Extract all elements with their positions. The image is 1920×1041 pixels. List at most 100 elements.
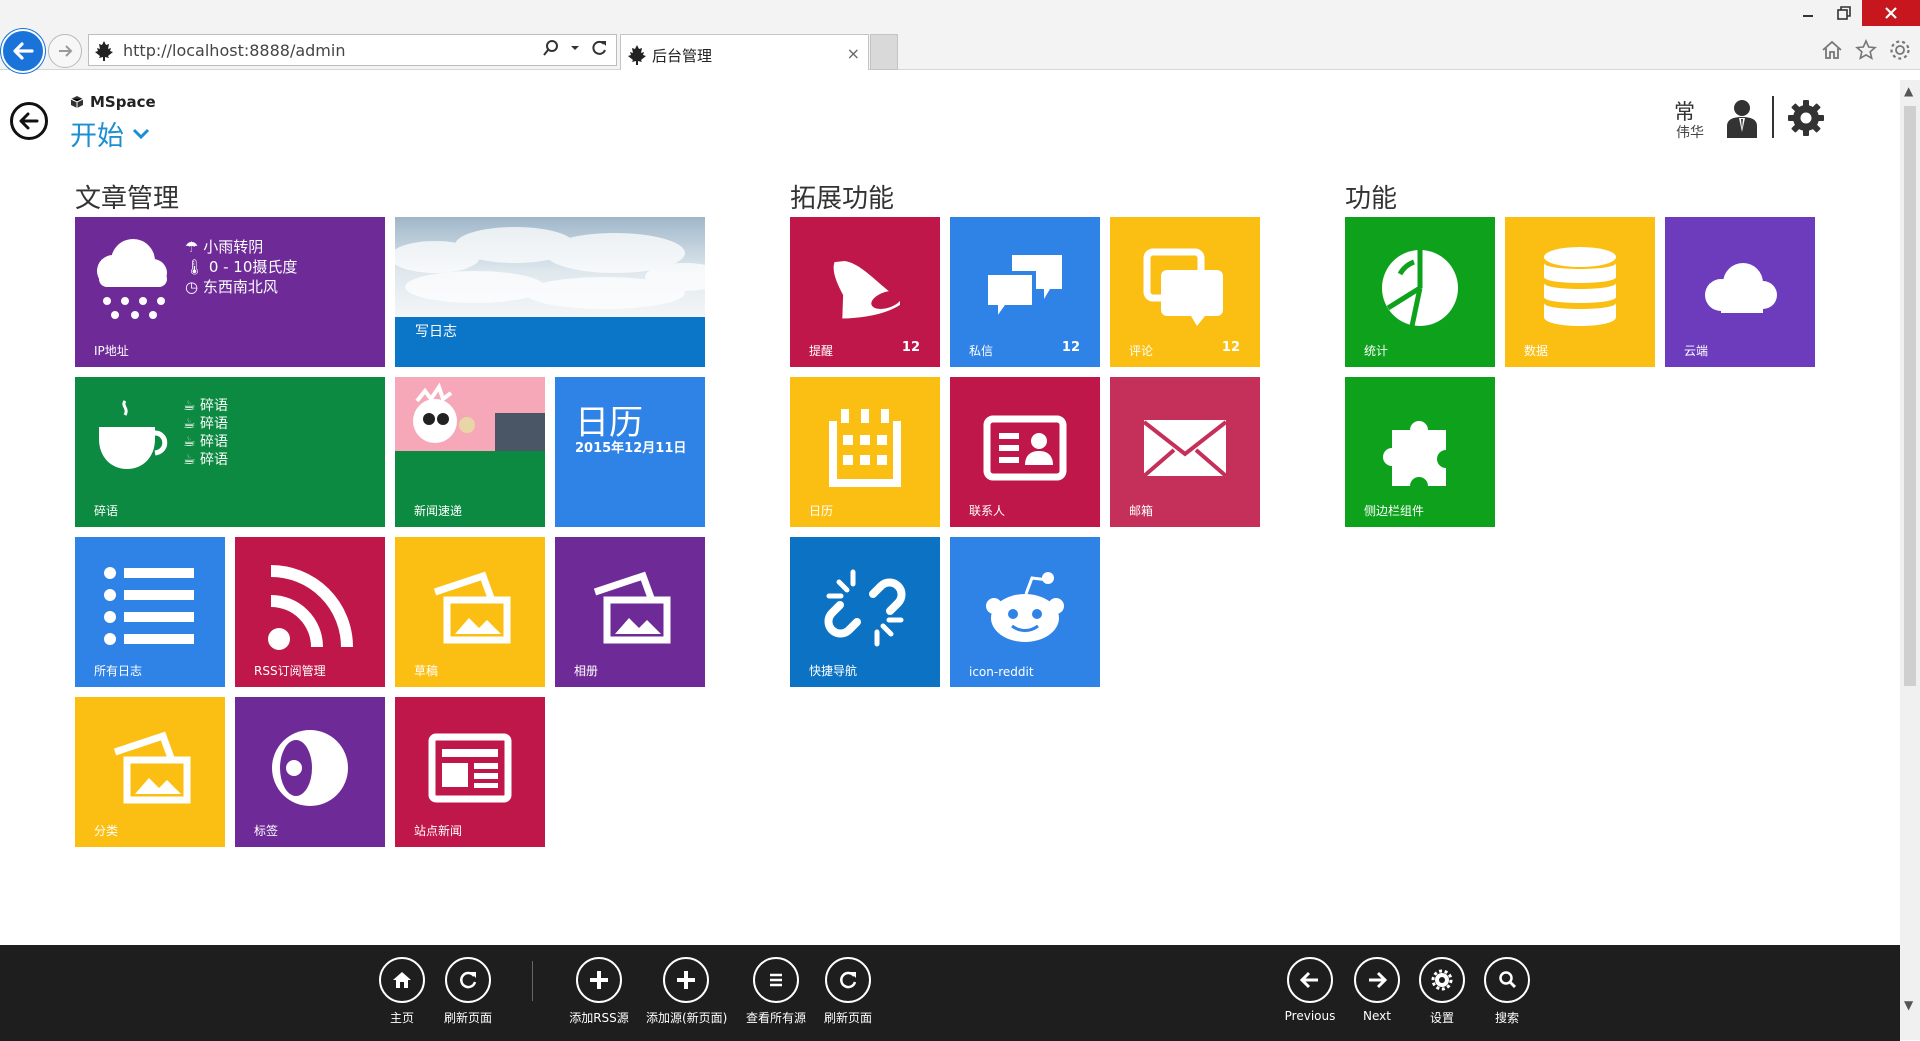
newspaper-icon <box>428 733 512 802</box>
refresh-icon[interactable] <box>590 39 608 57</box>
scrollbar-thumb[interactable] <box>1904 106 1916 686</box>
plus-icon <box>590 971 608 989</box>
tile-gossip[interactable]: ☕ 碎语 ☕ 碎语 ☕ 碎语 ☕ 碎语 碎语 <box>75 377 385 527</box>
tile-comment[interactable]: 评论 12 <box>1110 217 1260 367</box>
page-back-button[interactable] <box>10 102 48 140</box>
gossip-line: ☕ 碎语 <box>183 398 229 414</box>
appbar-add-rss-new-page-button[interactable]: 添加源(新页面) <box>646 957 727 1026</box>
search-icon <box>1499 971 1517 989</box>
tile-reddit[interactable]: icon-reddit <box>950 537 1100 687</box>
favorites-star-icon[interactable] <box>1852 36 1880 64</box>
browser-tab[interactable]: 后台管理 × <box>620 34 869 70</box>
maple-leaf-icon <box>95 41 113 61</box>
tile-stats[interactable]: 统计 <box>1345 217 1495 367</box>
tile-label: 联系人 <box>969 504 1006 518</box>
tile-data[interactable]: 数据 <box>1505 217 1655 367</box>
appbar-add-rss-button[interactable]: 添加RSS源 <box>559 957 639 1026</box>
tile-remind[interactable]: 提醒 12 <box>790 217 940 367</box>
tile-calendar-date[interactable]: 日历 2015年12月11日 <box>555 377 705 527</box>
tab-close-button[interactable]: × <box>847 44 860 63</box>
broken-link-icon <box>824 569 906 646</box>
scroll-down-icon[interactable]: ▼ <box>1904 998 1913 1012</box>
minimize-icon <box>1803 15 1813 17</box>
tile-tags[interactable]: 标签 <box>235 697 385 847</box>
page-title: 开始 <box>70 121 124 152</box>
rain-cloud-icon <box>97 239 167 319</box>
user-first-name: 伟华 <box>1676 125 1704 141</box>
tab-title: 后台管理 <box>652 47 713 65</box>
appbar-search-button[interactable]: 搜索 <box>1467 957 1547 1026</box>
tile-label: 快捷导航 <box>809 664 858 678</box>
tile-quick-nav[interactable]: 快捷导航 <box>790 537 940 687</box>
window-minimize-button[interactable] <box>1790 0 1826 26</box>
app-logo: MSpace <box>70 93 156 111</box>
tile-label: 私信 <box>969 344 994 358</box>
tile-album[interactable]: 相册 <box>555 537 705 687</box>
pictures-icon <box>433 571 511 643</box>
weather-condition: ☂ 小雨转阴 <box>185 238 264 256</box>
tile-all-logs[interactable]: 所有日志 <box>75 537 225 687</box>
tile-category[interactable]: 分类 <box>75 697 225 847</box>
arrow-right-icon <box>59 45 73 57</box>
tile-label: RSS订阅管理 <box>254 664 326 678</box>
tile-sidebar-widgets[interactable]: 侧边栏组件 <box>1345 377 1495 527</box>
tile-label: 数据 <box>1524 344 1549 358</box>
url-text: http://localhost:8888/admin <box>123 41 346 60</box>
tile-count: 12 <box>1221 340 1240 355</box>
browser-forward-button[interactable] <box>48 34 82 68</box>
scroll-up-icon[interactable]: ▲ <box>1904 84 1913 98</box>
restore-icon <box>1837 6 1851 20</box>
tile-label: 日历 <box>809 504 834 518</box>
arrow-right-icon <box>1369 971 1388 989</box>
tile-news-fast[interactable]: 新闻速递 <box>395 377 545 527</box>
tile-label: 分类 <box>94 824 119 838</box>
window-maximize-button[interactable] <box>1826 0 1862 26</box>
tile-label: IP地址 <box>94 344 129 358</box>
tile-ext-calendar[interactable]: 日历 <box>790 377 940 527</box>
tile-contacts[interactable]: 联系人 <box>950 377 1100 527</box>
tile-write-blog[interactable]: 写日志 <box>395 217 705 367</box>
tile-ip-weather[interactable]: ☂ 小雨转阴 🌡 0 - 10摄氏度 ◷ 东西南北风 IP地址 <box>75 217 385 367</box>
home-icon[interactable] <box>1818 36 1846 64</box>
tile-label: 写日志 <box>415 324 457 340</box>
tile-label: 统计 <box>1364 344 1389 358</box>
tile-site-news[interactable]: 站点新闻 <box>395 697 545 847</box>
gossip-line: ☕ 碎语 <box>183 452 229 468</box>
tile-label: 标签 <box>254 824 279 838</box>
browser-back-button[interactable] <box>1 29 45 73</box>
tile-label: 所有日志 <box>94 664 143 678</box>
appbar-view-all-button[interactable]: 查看所有源 <box>736 957 816 1026</box>
tile-private-message[interactable]: 私信 12 <box>950 217 1100 367</box>
appbar-refresh-button[interactable]: 刷新页面 <box>428 957 508 1026</box>
address-bar[interactable]: http://localhost:8888/admin <box>88 34 617 66</box>
tile-mail[interactable]: 邮箱 <box>1110 377 1260 527</box>
vertical-scrollbar[interactable]: ▲ ▼ <box>1900 80 1920 1040</box>
pie-chart-icon <box>1382 249 1458 327</box>
gear-icon[interactable] <box>1786 98 1826 138</box>
tile-label: 提醒 <box>809 344 834 358</box>
search-icon[interactable] <box>542 39 560 57</box>
coffee-cup-icon <box>99 400 168 469</box>
list-icon <box>104 566 194 645</box>
tile-label: 站点新闻 <box>414 824 463 838</box>
chevron-down-icon[interactable] <box>570 39 580 57</box>
reddit-icon <box>986 571 1064 642</box>
tile-rss[interactable]: RSS订阅管理 <box>235 537 385 687</box>
tile-cloud[interactable]: 云端 <box>1665 217 1815 367</box>
weather-wind: ◷ 东西南北风 <box>185 278 278 296</box>
appbar-refresh-page-button[interactable]: 刷新页面 <box>808 957 888 1026</box>
appbar-divider <box>532 961 533 1001</box>
new-tab-button[interactable] <box>870 34 898 70</box>
gossip-line: ☕ 碎语 <box>183 434 229 450</box>
browser-gear-icon[interactable] <box>1886 36 1914 64</box>
news-cartoon-image <box>395 377 545 451</box>
window-close-button[interactable] <box>1862 0 1920 26</box>
group-title-articles: 文章管理 <box>75 184 180 214</box>
refresh-icon <box>460 971 477 989</box>
tile-drafts[interactable]: 草稿 <box>395 537 545 687</box>
arrow-left-icon <box>1299 971 1318 989</box>
start-menu[interactable]: 开始 <box>70 114 150 153</box>
bell-icon <box>833 260 900 319</box>
cloud-sky-image <box>395 217 705 317</box>
maple-leaf-icon <box>628 45 646 65</box>
